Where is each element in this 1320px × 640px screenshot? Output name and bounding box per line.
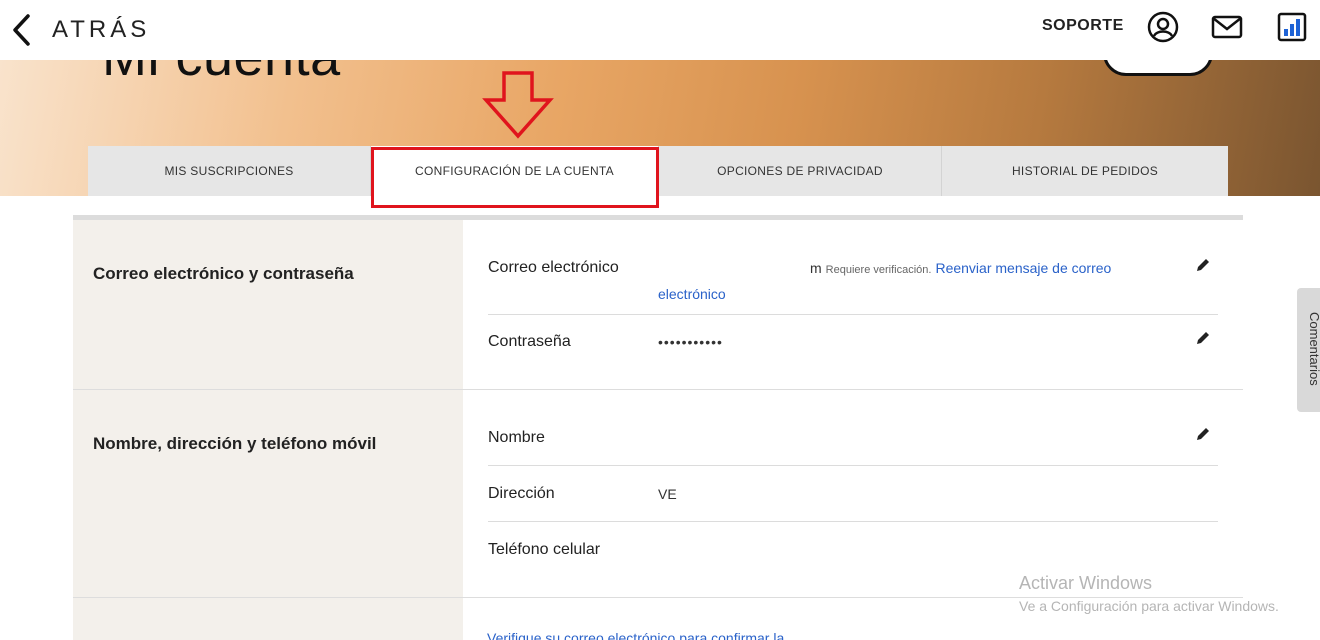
- tab-privacy-options[interactable]: OPCIONES DE PRIVACIDAD: [659, 146, 942, 196]
- page-title: Mi cuenta: [102, 60, 341, 88]
- section-title-personal: Nombre, dirección y teléfono móvil: [93, 434, 377, 453]
- account-tabs: MIS SUSCRIPCIONES CONFIGURACIÓN DE LA CU…: [88, 146, 1228, 196]
- mail-button[interactable]: [1210, 10, 1244, 44]
- section-sidebar: [73, 220, 463, 390]
- back-label: ATRÁS: [52, 16, 151, 43]
- dashboard-button[interactable]: [1275, 10, 1309, 44]
- edit-password-pencil-icon[interactable]: [1195, 330, 1211, 346]
- support-link[interactable]: SOPORTE: [1042, 17, 1124, 35]
- annotation-arrow-icon: [482, 71, 554, 139]
- user-circle-icon: [1147, 11, 1179, 43]
- password-label: Contraseña: [488, 333, 571, 350]
- resend-email-link[interactable]: Reenviar mensaje de correo: [935, 260, 1111, 276]
- address-label: Dirección: [488, 485, 555, 502]
- password-value: •••••••••••: [658, 334, 723, 350]
- section-credentials: Correo electrónico y contraseña Correo e…: [73, 220, 1243, 390]
- row-divider: [488, 521, 1218, 522]
- mail-icon: [1211, 15, 1243, 39]
- edit-email-pencil-icon[interactable]: [1195, 257, 1211, 273]
- row-divider: [488, 314, 1218, 315]
- feedback-side-tab[interactable]: Comentarios: [1297, 288, 1320, 412]
- hero-action-button[interactable]: [1103, 60, 1213, 76]
- verify-email-link-text: Verifique su correo electrónico para con…: [487, 632, 785, 640]
- back-button[interactable]: ATRÁS: [10, 12, 150, 48]
- edit-personal-pencil-icon[interactable]: [1195, 426, 1211, 442]
- address-value: VE: [658, 486, 677, 502]
- tab-subscriptions[interactable]: MIS SUSCRIPCIONES: [88, 146, 371, 196]
- verify-email-link-clipped[interactable]: Verifique su correo electrónico para con…: [487, 632, 847, 640]
- resend-email-link-continued[interactable]: electrónico: [658, 286, 726, 302]
- phone-label: Teléfono celular: [488, 541, 601, 558]
- email-value: m: [810, 260, 822, 276]
- row-divider: [488, 465, 1218, 466]
- windows-watermark-subtitle: Ve a Configuración para activar Windows.: [1019, 598, 1279, 614]
- section-title-credentials: Correo electrónico y contraseña: [93, 264, 354, 283]
- feedback-label: Comentarios: [1307, 312, 1320, 386]
- section-personal-info: Nombre, dirección y teléfono móvil Nombr…: [73, 390, 1243, 598]
- verification-required-text: Requiere verificación.: [825, 264, 932, 276]
- account-button[interactable]: [1146, 10, 1180, 44]
- email-status: m Requiere verificación. Reenviar mensaje …: [810, 260, 1111, 276]
- tab-account-settings[interactable]: CONFIGURACIÓN DE LA CUENTA: [371, 146, 659, 196]
- section-sidebar: [73, 390, 463, 598]
- section-sidebar: [73, 598, 463, 640]
- name-label: Nombre: [488, 429, 545, 446]
- chevron-left-icon: [13, 14, 30, 46]
- tab-order-history[interactable]: HISTORIAL DE PEDIDOS: [942, 146, 1228, 196]
- chart-icon: [1277, 12, 1307, 42]
- windows-watermark-title: Activar Windows: [1019, 573, 1153, 593]
- email-label: Correo electrónico: [488, 259, 619, 276]
- top-bar: ATRÁS SOPORTE: [0, 0, 1320, 60]
